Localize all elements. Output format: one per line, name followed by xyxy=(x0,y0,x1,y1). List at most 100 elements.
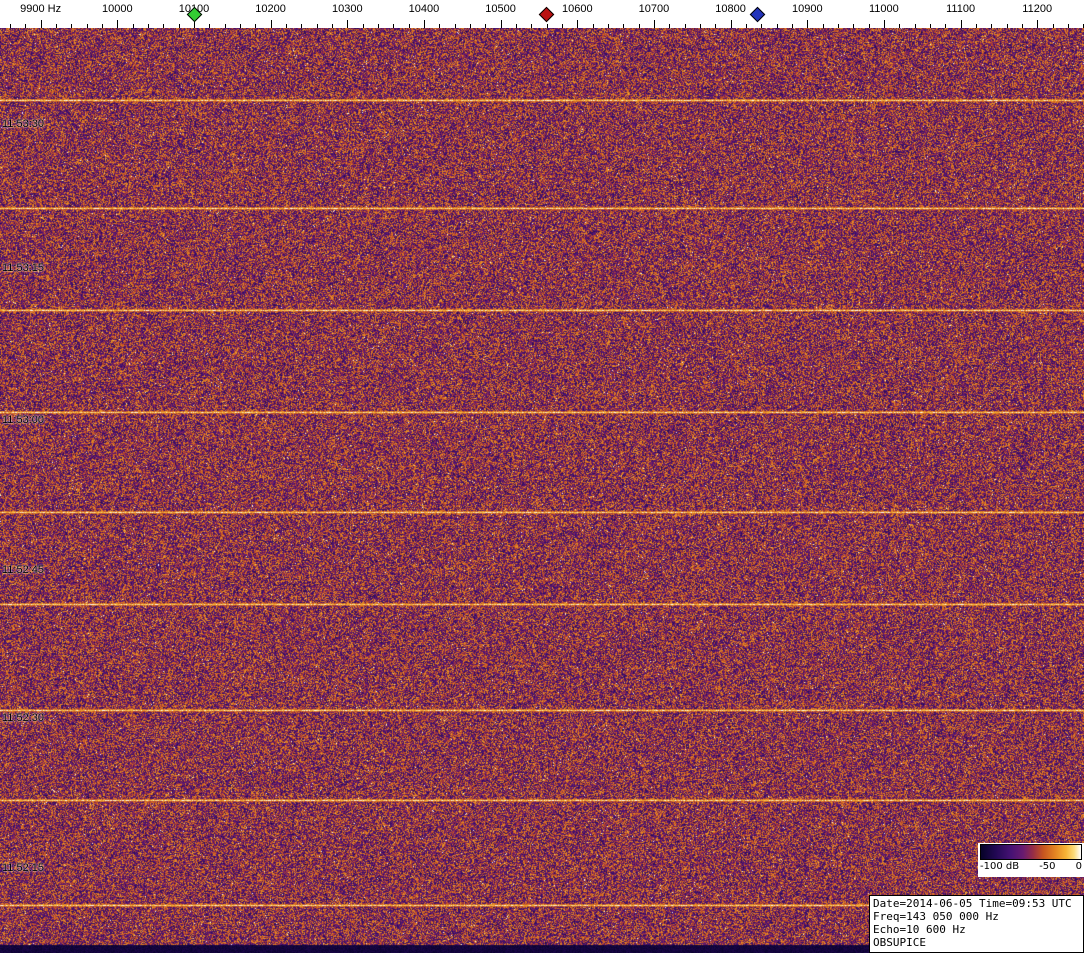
ruler-tick-label: 10600 xyxy=(562,3,593,15)
colorbar-label-min: -100 dB xyxy=(980,861,1020,872)
ruler-tick xyxy=(485,24,487,28)
ruler-tick xyxy=(377,24,379,28)
ruler-tick xyxy=(1021,24,1023,28)
ruler-tick xyxy=(669,24,671,28)
ruler-tick xyxy=(56,24,57,28)
ruler-tick-label: 10000 xyxy=(102,3,133,15)
time-axis-label: 11:53:15 xyxy=(2,262,45,274)
ruler-tick-label: 10400 xyxy=(408,3,440,15)
ruler-tick xyxy=(945,24,947,28)
ruler-tick xyxy=(393,24,395,28)
ruler-tick-label: 10900 xyxy=(792,3,823,15)
ruler-tick-label: 11100 xyxy=(946,3,976,15)
ruler-tick xyxy=(761,24,763,28)
ruler-tick xyxy=(929,24,931,28)
ruler-tick xyxy=(240,24,241,28)
waterfall-canvas[interactable] xyxy=(0,28,1084,953)
ruler-tick xyxy=(469,24,471,28)
ruler-tick xyxy=(837,24,839,28)
ruler-tick xyxy=(623,24,625,28)
ruler-tick xyxy=(224,24,226,28)
waterfall-display[interactable]: -100 dB -50 0 Date=2014-06-05 Time=09:53… xyxy=(0,28,1084,953)
ruler-tick xyxy=(991,24,993,28)
ruler-tick-label: 11200 xyxy=(1022,3,1053,15)
ruler-tick xyxy=(423,20,425,28)
ruler-tick xyxy=(71,24,73,28)
ruler-tick xyxy=(255,24,257,28)
ruler-tick xyxy=(577,20,579,28)
ruler-tick xyxy=(270,20,272,28)
info-freq-line: Freq=143 050 000 Hz xyxy=(873,910,999,923)
ruler-tick xyxy=(117,20,119,28)
ruler-tick xyxy=(684,24,686,28)
ruler-tick xyxy=(638,24,640,28)
ruler-tick xyxy=(1067,24,1069,28)
ruler-tick xyxy=(148,24,149,28)
ruler-tick xyxy=(454,24,456,28)
time-axis-label: 11:53:00 xyxy=(2,414,45,426)
ruler-tick xyxy=(285,24,287,28)
info-box: Date=2014-06-05 Time=09:53 UTC Freq=143 … xyxy=(869,895,1084,953)
ruler-tick xyxy=(531,24,533,28)
info-echo-line: Echo=10 600 Hz xyxy=(873,923,966,936)
ruler-tick xyxy=(102,24,103,28)
time-axis-label: 11:52:30 xyxy=(2,712,45,724)
ruler-tick xyxy=(853,24,855,28)
colorbar-gradient xyxy=(980,844,1082,860)
ruler-tick xyxy=(362,24,364,28)
ruler-tick xyxy=(40,20,42,28)
ruler-tick-label: 10700 xyxy=(638,3,670,15)
spectrogram-app: 9900 Hz100001010010200103001040010500106… xyxy=(0,0,1084,953)
ruler-tick xyxy=(822,24,824,28)
ruler-tick xyxy=(868,24,870,28)
ruler-tick xyxy=(500,20,502,28)
ruler-tick xyxy=(807,20,809,28)
ruler-tick xyxy=(178,24,180,28)
info-date-line: Date=2014-06-05 Time=09:53 UTC xyxy=(873,897,1072,910)
ruler-tick xyxy=(607,24,609,28)
ruler-tick xyxy=(1037,20,1039,28)
ruler-tick xyxy=(653,20,655,28)
ruler-tick xyxy=(25,24,27,28)
ruler-tick xyxy=(1052,24,1054,28)
time-axis-label: 11:52:45 xyxy=(2,564,45,576)
ruler-tick xyxy=(730,20,732,28)
ruler-tick xyxy=(592,24,594,28)
ruler-tick xyxy=(301,24,303,28)
ruler-tick xyxy=(960,20,962,28)
colorbar-labels: -100 dB -50 0 xyxy=(980,860,1082,874)
ruler-tick xyxy=(546,24,548,28)
ruler-tick xyxy=(883,20,885,28)
ruler-tick xyxy=(776,24,778,28)
colorbar-label-mid: -50 xyxy=(1039,861,1056,872)
ruler-tick xyxy=(899,24,901,28)
ruler-tick-label: 10300 xyxy=(332,3,363,15)
frequency-marker-red[interactable] xyxy=(538,6,555,23)
ruler-tick xyxy=(1006,24,1008,28)
ruler-tick xyxy=(132,24,134,28)
ruler-tick xyxy=(209,24,211,28)
ruler-tick xyxy=(699,24,701,28)
ruler-tick xyxy=(515,24,517,28)
ruler-tick xyxy=(316,24,318,28)
ruler-tick xyxy=(715,24,717,28)
frequency-ruler[interactable]: 9900 Hz100001010010200103001040010500106… xyxy=(0,0,1084,28)
ruler-tick xyxy=(163,24,165,28)
ruler-tick xyxy=(347,20,349,28)
ruler-tick-label: 10800 xyxy=(715,3,746,15)
ruler-tick xyxy=(331,24,333,28)
ruler-tick-label: 10200 xyxy=(255,3,286,15)
frequency-marker-blue[interactable] xyxy=(749,6,766,23)
time-axis-label: 11:53:30 xyxy=(2,118,45,130)
ruler-tick xyxy=(791,24,793,28)
ruler-tick xyxy=(561,24,563,28)
time-axis-label: 11:52:15 xyxy=(2,862,45,874)
ruler-tick-label: 11000 xyxy=(869,3,899,15)
ruler-tick xyxy=(914,24,916,28)
colorbar-label-max: 0 xyxy=(1075,861,1082,872)
ruler-tick xyxy=(975,24,977,28)
ruler-tick xyxy=(86,24,88,28)
ruler-tick xyxy=(10,24,11,28)
ruler-tick-label: 10500 xyxy=(485,3,516,15)
ruler-tick xyxy=(439,24,441,28)
